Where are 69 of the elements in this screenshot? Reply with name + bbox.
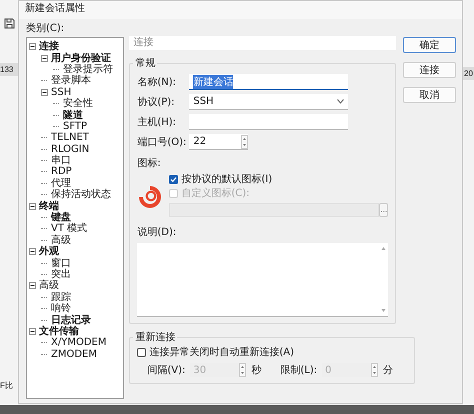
chevron-down-icon xyxy=(337,99,344,104)
tree-item[interactable]: 文件传输 xyxy=(39,326,79,337)
collapse-icon[interactable] xyxy=(29,202,36,210)
tree-item[interactable]: 隧道 xyxy=(63,110,83,121)
field-label: 限制(L): xyxy=(280,364,318,377)
tree-item[interactable]: 终端 xyxy=(39,200,59,212)
input-field[interactable]: 新建会话 xyxy=(189,74,348,90)
checkbox-label[interactable]: 连接异常关闭时自动重新连接(A) xyxy=(149,345,294,359)
field-label: 名称(N): xyxy=(137,76,177,89)
field-label: 图标: xyxy=(137,156,162,170)
tree-item[interactable]: 窗口 xyxy=(51,258,71,269)
tree-item[interactable]: SFTP xyxy=(63,120,88,132)
tree-item[interactable]: RDP xyxy=(51,166,72,178)
collapse-icon[interactable] xyxy=(29,282,36,290)
tree-item[interactable]: 用户身份验证 xyxy=(51,52,111,64)
dialog-button[interactable]: 确定 xyxy=(403,37,456,53)
tree-item[interactable]: 突出 xyxy=(51,269,71,280)
collapse-icon[interactable] xyxy=(41,54,48,62)
status-text: F比 xyxy=(0,380,14,391)
dialog-button[interactable]: 连接 xyxy=(403,62,456,78)
field-label: 端口号(O): xyxy=(137,136,188,149)
group-title: 重新连接 xyxy=(134,330,176,344)
unit-label: 分 xyxy=(383,364,394,377)
collapse-icon[interactable] xyxy=(29,248,36,256)
tree-item[interactable]: ZMODEM xyxy=(51,348,97,360)
tree-item[interactable]: VT 模式 xyxy=(51,223,88,234)
checkbox-label[interactable]: 按协议的默认图标(I) xyxy=(181,172,272,186)
field-label: 协议(P): xyxy=(137,96,176,109)
tree-item[interactable]: TELNET xyxy=(51,132,89,144)
collapse-icon[interactable] xyxy=(41,88,48,96)
category-label: 类别(C): xyxy=(26,23,66,36)
tree-item[interactable]: 日志记录 xyxy=(51,314,91,326)
field-label: 主机(H): xyxy=(137,116,178,129)
unit-label: 秒 xyxy=(251,364,262,377)
tree-item[interactable]: 连接 xyxy=(39,41,59,52)
collapse-icon[interactable] xyxy=(29,328,36,335)
tree-item[interactable]: RLOGIN xyxy=(51,144,90,155)
field-label: 说明(D): xyxy=(137,226,178,239)
description-field[interactable] xyxy=(137,243,388,317)
input-field[interactable] xyxy=(189,114,348,130)
dialog-button[interactable]: 取消 xyxy=(403,87,456,103)
group-title: 常规 xyxy=(134,56,156,70)
tree-item[interactable]: 安全性 xyxy=(63,98,93,110)
save-icon[interactable] xyxy=(4,18,15,29)
checkbox[interactable] xyxy=(169,174,178,184)
tree-item[interactable]: 登录提示符 xyxy=(63,64,113,75)
collapse-icon[interactable] xyxy=(29,43,36,50)
tree-item[interactable]: 外观 xyxy=(39,246,59,258)
tree-item[interactable]: 键盘 xyxy=(51,212,71,224)
tree-item[interactable]: 串口 xyxy=(51,155,71,166)
window-title: 新建会话属性 xyxy=(19,1,462,19)
tree-item[interactable]: 代理 xyxy=(51,178,71,189)
tree-item[interactable]: X/YMODEM xyxy=(51,337,106,348)
port-field[interactable]: 22 xyxy=(189,134,248,150)
field-label: 间隔(V): xyxy=(147,364,186,377)
tree-item[interactable]: 高级 xyxy=(51,234,71,246)
tree-item[interactable]: 跟踪 xyxy=(51,292,71,303)
tree-item[interactable]: 高级 xyxy=(39,280,59,292)
section-header: 连接 xyxy=(129,36,396,50)
category-tree[interactable]: 连接 用户身份验证 登录提示符 登录脚本 SSH 安全性 隧道 SFTP TELNET RLOGIN 串口 RDP 代理 保持活动状态 终端 键盘 VT 模式 高级 外观 窗口 突出 高级 跟踪 响铃 日志记录 文件传输 X/YMODEM ZMODEM xyxy=(26,37,124,399)
tree-item[interactable]: 登录脚本 xyxy=(51,75,91,86)
tree-item[interactable]: 响铃 xyxy=(51,303,71,314)
session-item[interactable]: 20 xyxy=(463,67,474,80)
protocol-dropdown[interactable]: SSH xyxy=(189,94,348,110)
session-item[interactable]: 133 xyxy=(0,63,18,76)
tree-item[interactable]: 保持活动状态 xyxy=(51,189,111,200)
tree-item[interactable]: SSH xyxy=(51,86,72,98)
spinner-icon[interactable] xyxy=(241,134,248,148)
checkbox[interactable] xyxy=(137,348,146,356)
